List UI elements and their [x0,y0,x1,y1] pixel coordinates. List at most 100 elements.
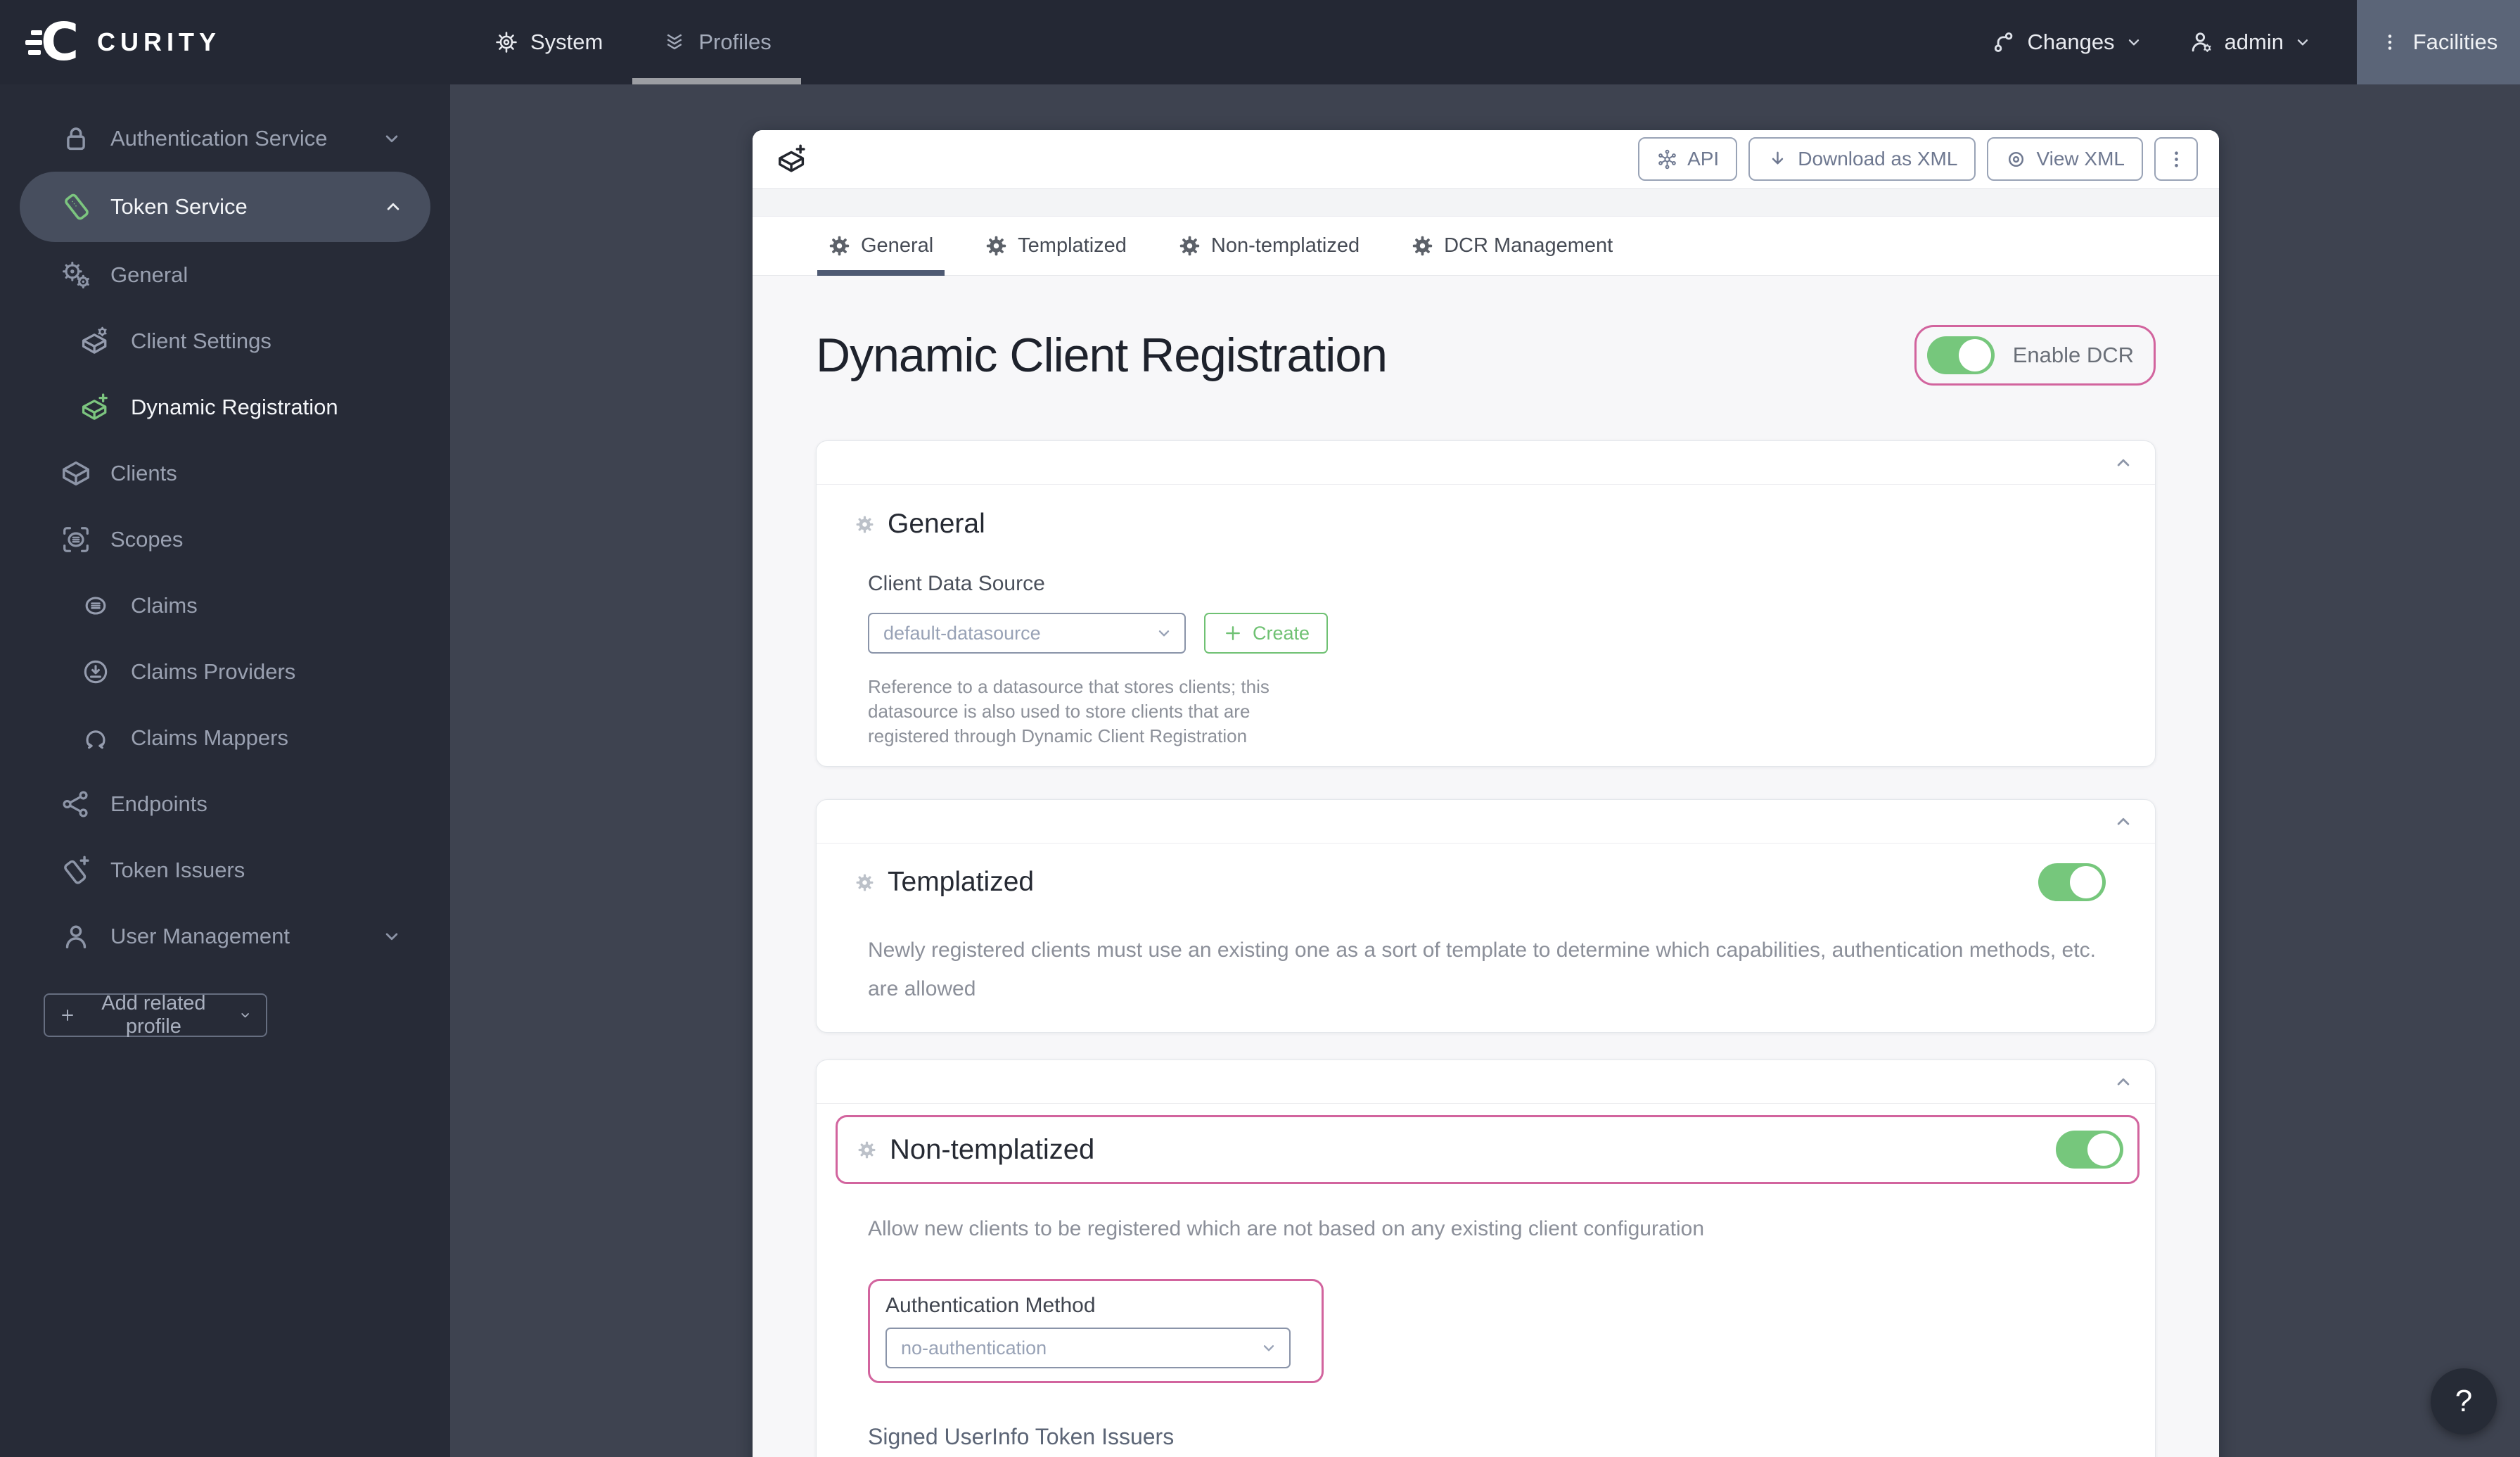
sidebar-item-endpoints[interactable]: Endpoints [0,771,450,837]
sidebar-item-token-service[interactable]: Token Service [20,172,430,242]
gear-icon [1179,235,1201,257]
sidebar-item-claims[interactable]: Claims [0,573,450,639]
collapse-button[interactable] [2113,1070,2137,1094]
tab-general[interactable]: General [817,217,945,276]
sidebar-item-general[interactable]: General [0,242,450,308]
gear-icon [494,30,519,55]
facilities-button[interactable]: Facilities [2357,0,2520,84]
enable-dcr-group: Enable DCR [1914,325,2156,386]
sidebar-item-label: Claims [131,593,198,618]
section-title: Templatized [888,867,1035,897]
chevron-down-icon [238,1007,252,1024]
sidebar-item-claims-providers[interactable]: Claims Providers [0,639,450,705]
create-button[interactable]: Create [1204,613,1329,654]
tab-label: General [861,234,934,257]
sidebar-item-label: General [110,262,188,287]
more-options-button[interactable] [2154,137,2198,181]
sidebar-item-label: Token Service [110,194,248,219]
admin-menu[interactable]: admin [2188,29,2312,56]
kebab-icon [2166,148,2187,170]
add-related-profile-button[interactable]: Add related profile [44,992,267,1038]
non-templatized-heading-highlight: Non-templatized [836,1115,2140,1184]
signed-userinfo-token-issuers-label: Signed UserInfo Token Issuers [868,1424,1175,1450]
sidebar-item-label: Claims Mappers [131,725,288,750]
client-data-source-row: default-datasource Create [868,613,2155,654]
card-header [817,441,2155,485]
templatized-card: Templatized Newly registered clients mus… [816,799,2156,1033]
kebab-icon [2379,32,2400,53]
tab-label: Templatized [1018,234,1127,257]
claims-providers-icon [80,656,111,687]
tabbar: General Templatized Non-templatized DCR … [753,217,2219,276]
user-icon [60,920,92,953]
gears-icon [60,259,92,291]
select-value: default-datasource [883,622,1041,644]
authentication-method-label: Authentication Method [885,1294,1096,1318]
sidebar-item-label: Endpoints [110,791,207,816]
download-xml-button[interactable]: Download as XML [1748,137,1976,181]
tab-label: Non-templatized [1210,234,1360,257]
panel-header: API Download as XML View XML [753,130,2219,189]
sidebar: Authentication Service Token Service Gen… [0,84,450,1457]
facilities-label: Facilities [2412,30,2498,54]
tab-templatized[interactable]: Templatized [974,217,1138,276]
enable-dcr-label: Enable DCR [2012,343,2134,367]
templatized-toggle[interactable] [2038,863,2106,901]
branch-icon [1990,29,2017,56]
changes-menu[interactable]: Changes [1990,29,2142,56]
claims-icon [80,590,111,621]
sidebar-item-token-issuers[interactable]: Token Issuers [0,837,450,903]
collapse-button[interactable] [2113,810,2137,834]
authentication-method-select[interactable]: no-authentication [885,1328,1291,1369]
create-button-label: Create [1253,622,1310,644]
tab-non-templatized[interactable]: Non-templatized [1168,217,1371,276]
sidebar-item-dynamic-registration[interactable]: Dynamic Registration [0,374,450,440]
sidebar-item-user-management[interactable]: User Management [0,903,450,969]
gear-icon [1412,235,1433,257]
chevron-down-icon [1155,624,1173,642]
add-related-profile-label: Add related profile [101,992,206,1038]
cube-plus-icon [776,143,809,175]
authentication-method-highlight: Authentication Method no-authentication [868,1279,1324,1384]
tab-dcr-management[interactable]: DCR Management [1400,217,1624,276]
templatized-description: Newly registered clients must use an exi… [868,939,2096,1001]
collapse-button[interactable] [2113,451,2137,475]
sidebar-item-clients[interactable]: Clients [0,440,450,507]
eye-icon [2005,148,2027,170]
sidebar-item-claims-mappers[interactable]: Claims Mappers [0,705,450,771]
content-panel: API Download as XML View XML General Tem… [753,130,2219,1457]
view-xml-button[interactable]: View XML [1987,137,2143,181]
primary-nav: System Profiles [464,0,801,84]
chevron-up-icon [2113,811,2134,832]
layers-icon [662,30,687,55]
changes-label: Changes [2027,30,2115,54]
sidebar-item-scopes[interactable]: Scopes [0,507,450,573]
endpoints-icon [60,788,92,820]
api-button-label: API [1687,148,1720,170]
sidebar-item-label: Clients [110,461,177,485]
navbar-right: Changes admin Facilities [1990,0,2520,84]
card-header [817,800,2155,844]
cube-plus-icon [80,392,111,423]
section-heading-row: Templatized [855,863,2106,901]
help-button[interactable]: ? [2431,1368,2497,1434]
nav-item-system[interactable]: System [464,0,632,84]
chevron-down-icon [381,926,402,947]
chevron-down-icon [2294,33,2312,51]
chevron-down-icon [381,128,402,149]
enable-dcr-toggle[interactable] [1926,336,1995,374]
api-button[interactable]: API [1638,137,1738,181]
non-templatized-toggle[interactable] [2056,1131,2123,1169]
sidebar-item-label: Scopes [110,527,184,552]
sidebar-item-client-settings[interactable]: Client Settings [0,308,450,374]
client-data-source-select[interactable]: default-datasource [868,613,1186,654]
sidebar-item-authentication-service[interactable]: Authentication Service [0,106,450,172]
nav-item-profiles[interactable]: Profiles [632,0,801,84]
chevron-up-icon [2113,452,2134,473]
section-title: General [888,509,985,539]
sidebar-item-label: Dynamic Registration [131,395,338,419]
page-title: Dynamic Client Registration [816,329,1388,382]
section-title: Non-templatized [890,1133,1095,1165]
claims-mappers-icon [80,723,111,753]
curity-brand[interactable]: C CURITY [25,12,221,72]
